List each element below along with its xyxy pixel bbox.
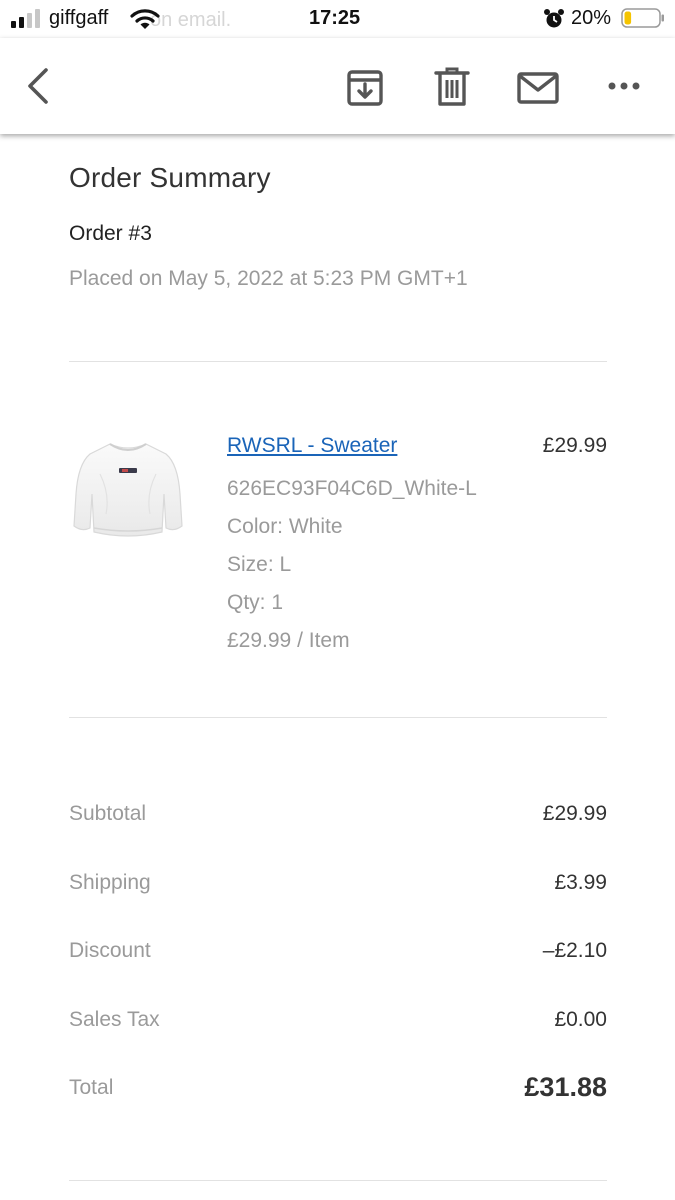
subtotal-label: Subtotal	[69, 802, 147, 825]
divider	[69, 717, 607, 718]
signal-icon	[11, 9, 40, 28]
carrier-name: giffgaff	[49, 7, 109, 29]
more-icon[interactable]	[606, 78, 642, 94]
discount-label: Discount	[69, 939, 151, 962]
archive-icon[interactable]	[344, 68, 386, 108]
product-sku: 626EC93F04C6D_White-L	[227, 477, 477, 500]
shipping-label: Shipping	[69, 871, 151, 894]
background-text: on email.	[150, 9, 232, 31]
order-summary-title: Order Summary	[69, 162, 271, 193]
product-link[interactable]: RWSRL - Sweater	[227, 434, 397, 458]
order-placed-date: Placed on May 5, 2022 at 5:23 PM GMT+1	[69, 267, 468, 290]
email-screen: on email. giffgaff 17:25 20% Order Summa…	[0, 0, 675, 1200]
back-icon[interactable]	[22, 66, 56, 106]
order-number: Order #3	[69, 222, 152, 245]
product-unit-price: £29.99 / Item	[227, 629, 350, 652]
clock: 17:25	[309, 7, 361, 29]
subtotal-value: £29.99	[542, 802, 607, 825]
divider	[69, 361, 607, 362]
battery-percent: 20%	[571, 7, 612, 29]
product-price: £29.99	[542, 434, 607, 457]
product-size: Size: L	[227, 553, 292, 576]
mail-icon[interactable]	[516, 71, 560, 105]
email-toolbar	[0, 38, 675, 134]
alarm-icon	[544, 9, 564, 28]
email-body: Order Summary Order #3 Placed on May 5, …	[0, 134, 675, 1200]
total-value: £31.88	[524, 1072, 607, 1102]
discount-value: –£2.10	[542, 939, 607, 962]
trash-icon[interactable]	[433, 66, 471, 108]
total-label: Total	[69, 1076, 114, 1099]
shipping-value: £3.99	[554, 871, 607, 894]
product-color: Color: White	[227, 515, 343, 538]
sweater-product-image	[73, 443, 183, 537]
divider	[69, 1180, 607, 1181]
battery-icon	[621, 8, 664, 28]
sales-tax-value: £0.00	[554, 1008, 607, 1031]
product-qty: Qty: 1	[227, 591, 284, 614]
sales-tax-label: Sales Tax	[69, 1008, 160, 1031]
wifi-icon	[130, 9, 160, 29]
status-bar: on email. giffgaff 17:25 20%	[0, 0, 675, 38]
